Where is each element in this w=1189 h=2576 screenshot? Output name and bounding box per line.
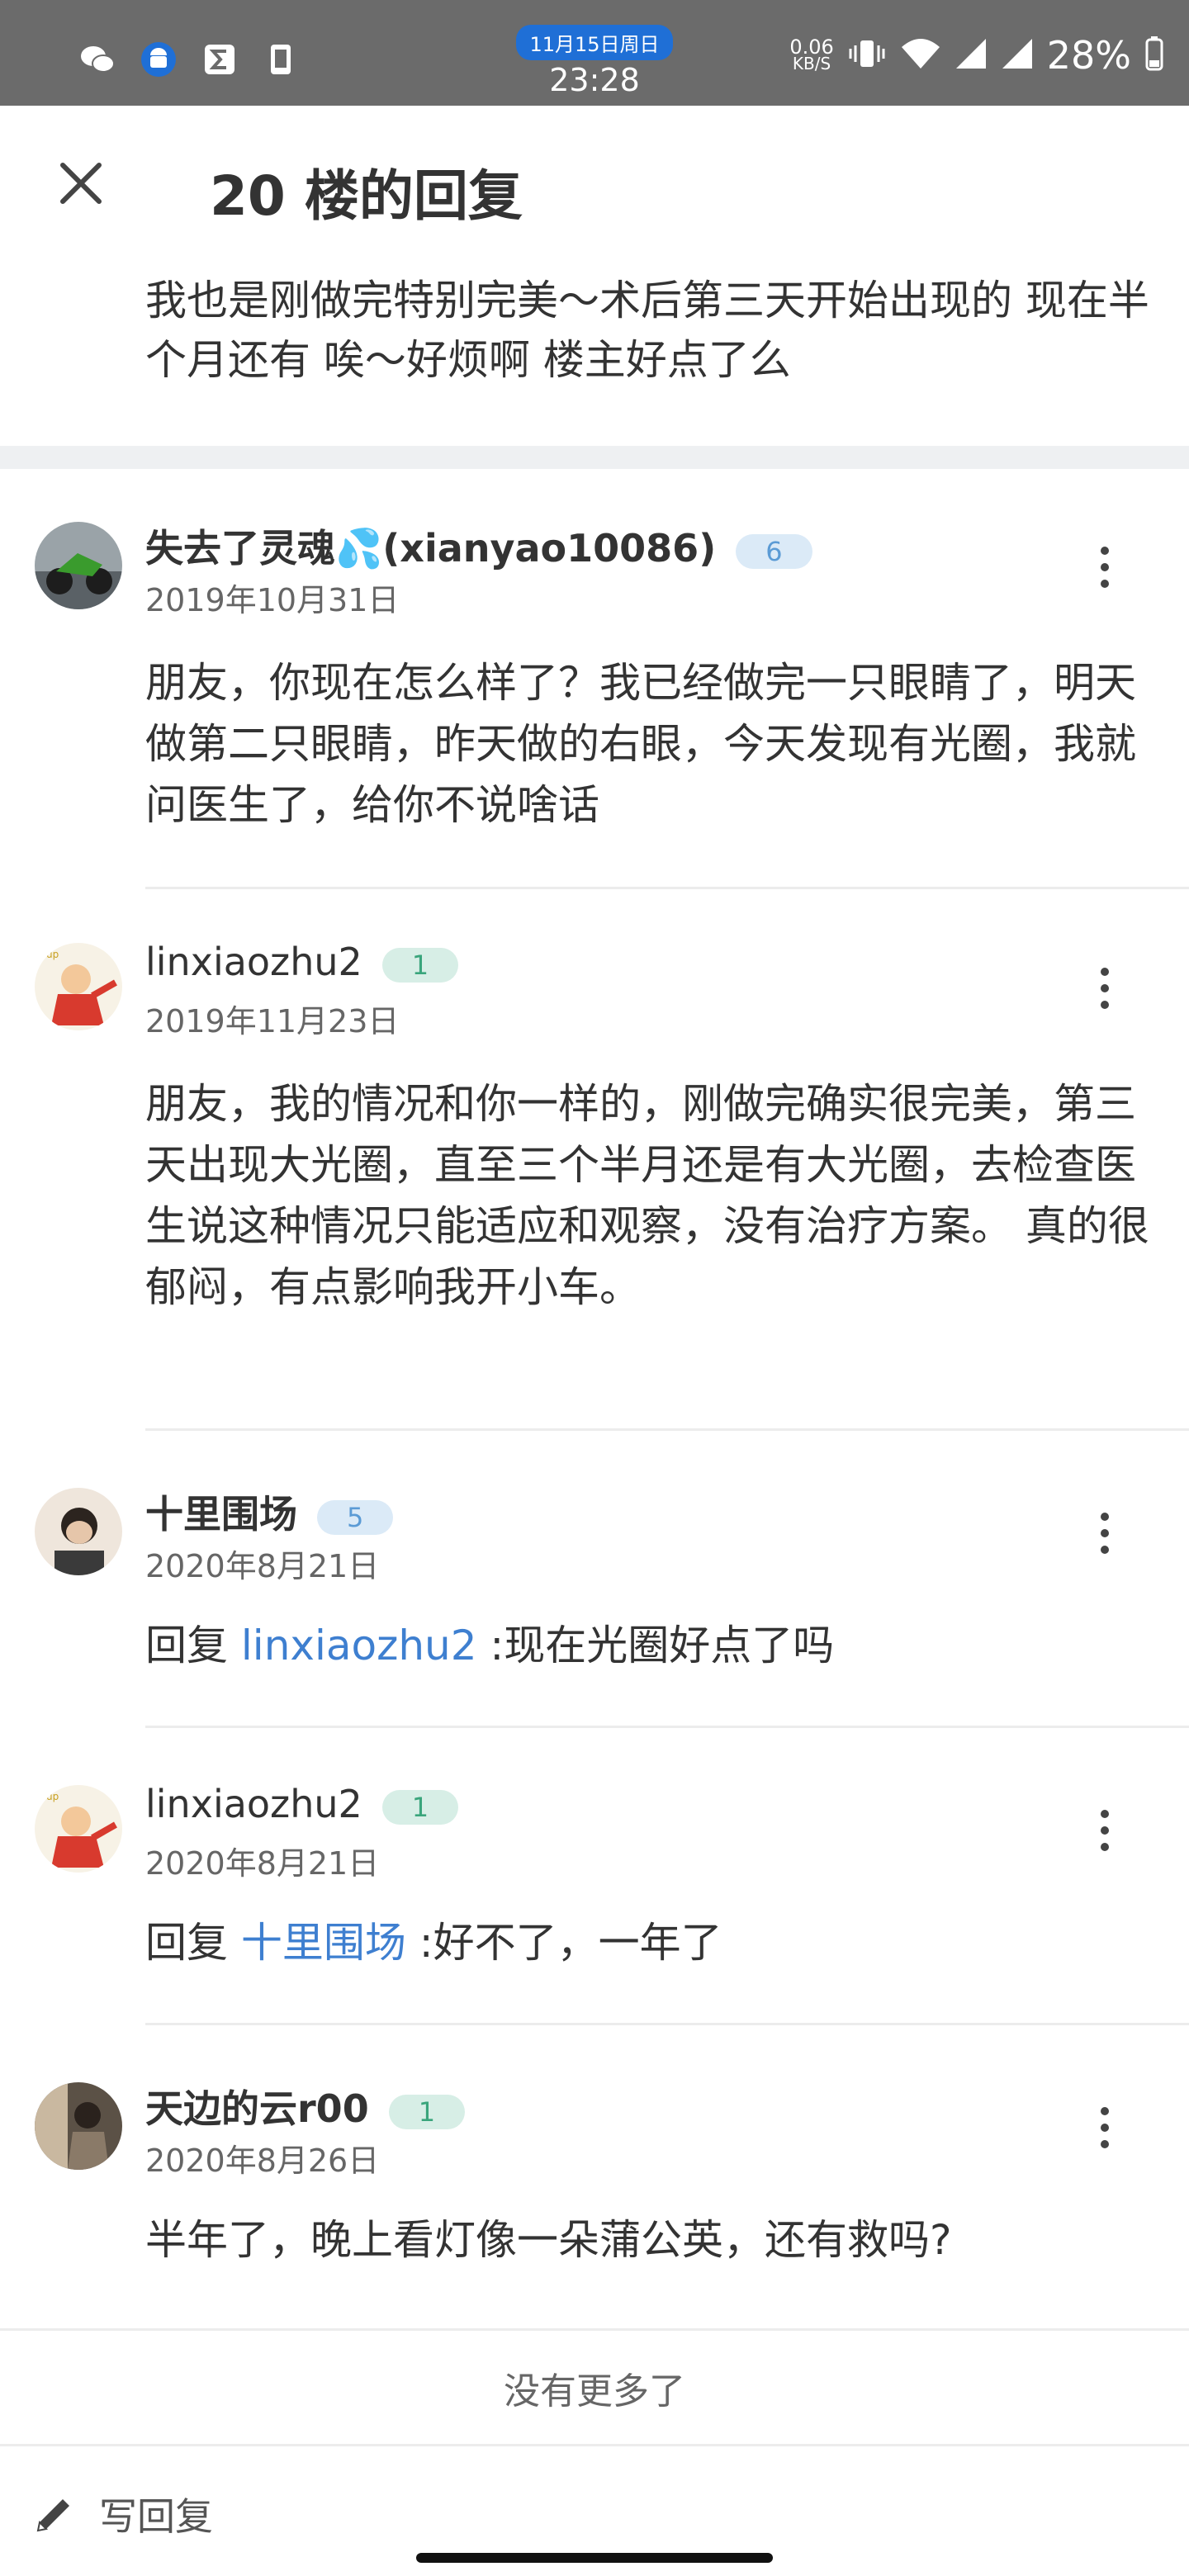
status-time: 23:28 <box>549 62 640 98</box>
avatar[interactable] <box>35 2082 122 2170</box>
reply-date: 2019年11月23日 <box>145 1003 400 1039</box>
wifi-icon <box>900 37 941 73</box>
signal-icon <box>1001 37 1034 73</box>
original-post-text: 我也是刚做完特别完美～术后第三天开始出现的 现在半个月还有 唉～好烦啊 楼主好点… <box>145 277 1149 384</box>
reply-date: 2020年8月21日 <box>145 1845 380 1882</box>
reply-text: 回复 十里围场 :好不了，一年了 <box>145 1919 722 1967</box>
pencil-icon <box>36 2499 69 2532</box>
level-badge: 1 <box>381 947 459 983</box>
username[interactable]: linxiaozhu2 1 <box>145 1782 459 1826</box>
reply-text: 半年了，晚上看灯像一朵蒲公英，还有救吗? <box>145 2216 952 2264</box>
phone-icon <box>263 43 299 76</box>
net-speed: 0.06 KB/S <box>789 36 834 73</box>
close-button[interactable] <box>51 154 111 213</box>
svg-text:up: up <box>46 949 59 960</box>
signal-icon <box>955 37 988 73</box>
reply-divider <box>145 2023 1189 2025</box>
battery-icon <box>1144 36 1164 75</box>
reply-to-user-link[interactable]: 十里围场 <box>241 1919 406 1967</box>
username[interactable]: 失去了灵魂💦(xianyao10086) 6 <box>145 519 812 573</box>
level-badge: 6 <box>736 533 812 569</box>
wechat-icon <box>79 43 116 76</box>
write-reply-button[interactable]: 写回复 <box>33 2484 213 2544</box>
close-icon <box>60 163 102 204</box>
sigma-icon <box>201 43 238 76</box>
no-more-indicator: 没有更多了 <box>0 2328 1189 2444</box>
level-badge: 1 <box>381 1789 459 1825</box>
avatar[interactable] <box>35 522 122 609</box>
vibrate-icon <box>847 37 887 73</box>
avatar[interactable]: up <box>35 943 122 1030</box>
username[interactable]: 天边的云r00 1 <box>145 2079 466 2133</box>
svg-text:up: up <box>46 1791 59 1802</box>
battery-percent: 28% <box>1046 33 1131 78</box>
reply-divider <box>145 887 1189 889</box>
reply-divider <box>145 1726 1189 1728</box>
reply-text: 回复 linxiaozhu2 :现在光圈好点了吗 <box>145 1622 835 1669</box>
username[interactable]: 十里围场 5 <box>145 1485 394 1539</box>
status-bar: 11月15日周日 23:28 0.06 KB/S 28% <box>0 0 1189 106</box>
reply-date: 2020年8月26日 <box>145 2143 380 2179</box>
status-date: 11月15日周日 <box>516 25 673 60</box>
more-options-button[interactable] <box>1088 1802 1121 1859</box>
write-reply-label: 写回复 <box>99 2494 213 2539</box>
home-indicator[interactable] <box>416 2553 773 2563</box>
more-options-button[interactable] <box>1088 1504 1121 1562</box>
reply-divider <box>145 1428 1189 1431</box>
reply-date: 2019年10月31日 <box>145 582 400 618</box>
reply-header: 20 楼的回复 我也是刚做完特别完美～术后第三天开始出现的 现在半个月还有 唉～… <box>0 106 1189 452</box>
avatar[interactable] <box>35 1488 122 1575</box>
reply-date: 2020年8月21日 <box>145 1548 380 1584</box>
level-badge: 1 <box>388 2094 466 2129</box>
more-options-button[interactable] <box>1088 538 1121 596</box>
level-badge: 5 <box>317 1499 394 1535</box>
reply-text: 朋友，你现在怎么样了？我已经做完一只眼睛了，明天做第二只眼睛，昨天做的右眼，今天… <box>145 659 1136 829</box>
section-divider <box>0 446 1189 469</box>
more-options-button[interactable] <box>1088 959 1121 1017</box>
more-options-button[interactable] <box>1088 2099 1121 2157</box>
page-title: 20 楼的回复 <box>210 164 523 228</box>
reply-text: 朋友，我的情况和你一样的，刚做完确实很完美，第三天出现大光圈，直至三个半月还是有… <box>145 1080 1149 1311</box>
android-icon <box>140 42 177 77</box>
username[interactable]: linxiaozhu2 1 <box>145 940 459 984</box>
reply-to-user-link[interactable]: linxiaozhu2 <box>241 1622 477 1669</box>
avatar[interactable]: up <box>35 1785 122 1873</box>
